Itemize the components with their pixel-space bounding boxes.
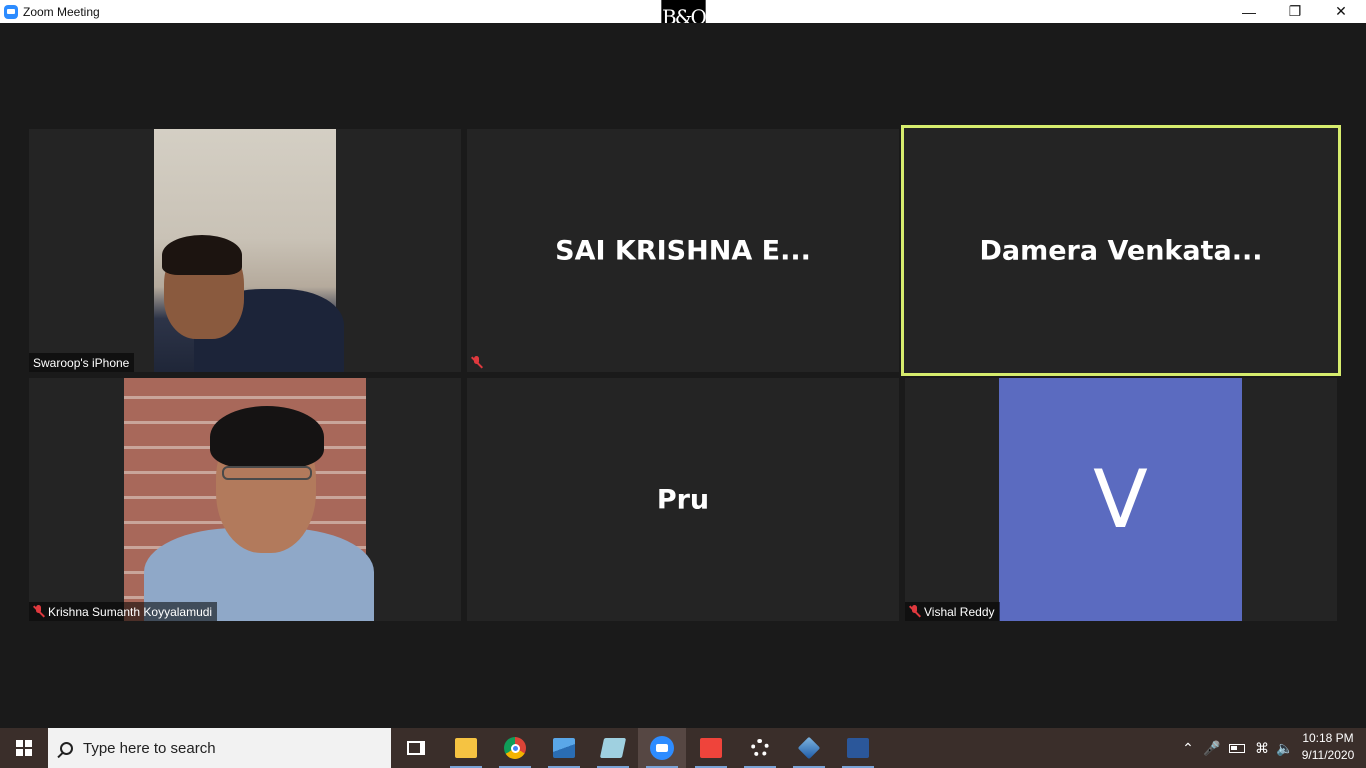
clock-date: 9/11/2020	[1301, 748, 1355, 762]
participant-name: Swaroop's iPhone	[33, 355, 130, 370]
task-view-button[interactable]	[392, 728, 440, 768]
participant-label: Vishal Reddy	[905, 602, 1000, 621]
photos-icon	[553, 738, 575, 758]
gear-icon	[751, 739, 769, 757]
virtualbox-icon	[797, 736, 821, 760]
close-button[interactable]: ✕	[1318, 0, 1364, 23]
battery-icon[interactable]	[1226, 728, 1248, 768]
zoom-icon	[650, 736, 674, 760]
mic-muted-icon	[909, 605, 920, 618]
notepad-button[interactable]	[589, 728, 637, 768]
participant-tile-vishal[interactable]: V Vishal Reddy	[905, 378, 1337, 621]
clock-time: 10:18 PM	[1302, 731, 1354, 745]
chrome-button[interactable]	[491, 728, 539, 768]
participant-label	[467, 353, 487, 372]
file-explorer-button[interactable]	[442, 728, 490, 768]
start-button[interactable]	[0, 728, 48, 768]
participant-tile-swaroop[interactable]: Swaroop's iPhone	[29, 129, 461, 372]
mic-muted-icon	[471, 356, 482, 369]
participant-tile-pru[interactable]: Pru	[467, 378, 899, 621]
zoom-button[interactable]	[638, 728, 686, 768]
participant-tile-damera[interactable]: Damera Venkata...	[901, 125, 1341, 376]
participant-display-name: Damera Venkata...	[979, 235, 1263, 266]
gallery-view: Swaroop's iPhone SAI KRISHNA E... Damera…	[0, 23, 1366, 728]
task-view-icon	[407, 741, 425, 755]
word-button[interactable]	[834, 728, 882, 768]
search-placeholder: Type here to search	[83, 739, 216, 757]
video-feed	[124, 378, 374, 621]
mic-muted-icon	[33, 605, 44, 618]
window-title: Zoom Meeting	[23, 4, 100, 19]
video-feed	[154, 129, 344, 372]
chevron-up-icon[interactable]: ⌃	[1178, 728, 1198, 768]
participant-name: Krishna Sumanth Koyyalamudi	[48, 604, 213, 619]
photos-button[interactable]	[540, 728, 588, 768]
restore-button[interactable]: ❐	[1272, 0, 1318, 23]
anydesk-icon	[700, 738, 722, 758]
minimize-button[interactable]: —	[1226, 0, 1272, 23]
taskbar-clock[interactable]: 10:18 PM 9/11/2020	[1296, 730, 1360, 764]
settings-button[interactable]	[736, 728, 784, 768]
participant-tile-sai[interactable]: SAI KRISHNA E...	[467, 129, 899, 372]
participant-display-name: SAI KRISHNA E...	[555, 235, 811, 266]
participant-display-name: Pru	[656, 484, 710, 515]
taskbar-search[interactable]: Type here to search	[48, 728, 391, 768]
microphone-icon[interactable]: 🎤	[1202, 728, 1222, 768]
folder-icon	[455, 738, 477, 758]
windows-icon	[16, 740, 32, 756]
virtualbox-button[interactable]	[785, 728, 833, 768]
notepad-icon	[599, 738, 627, 758]
zoom-app-icon	[4, 4, 18, 19]
volume-icon[interactable]: 🔈	[1274, 728, 1296, 768]
anydesk-button[interactable]	[687, 728, 735, 768]
participant-label: Krishna Sumanth Koyyalamudi	[29, 602, 218, 621]
avatar: V	[999, 378, 1242, 621]
participant-name: Vishal Reddy	[924, 604, 995, 619]
participant-tile-krishna[interactable]: Krishna Sumanth Koyyalamudi	[29, 378, 461, 621]
word-icon	[847, 738, 869, 758]
search-icon	[60, 741, 73, 755]
participant-label: Swaroop's iPhone	[29, 353, 135, 372]
wifi-icon[interactable]: ⌘	[1252, 728, 1272, 768]
chrome-icon	[504, 737, 526, 759]
